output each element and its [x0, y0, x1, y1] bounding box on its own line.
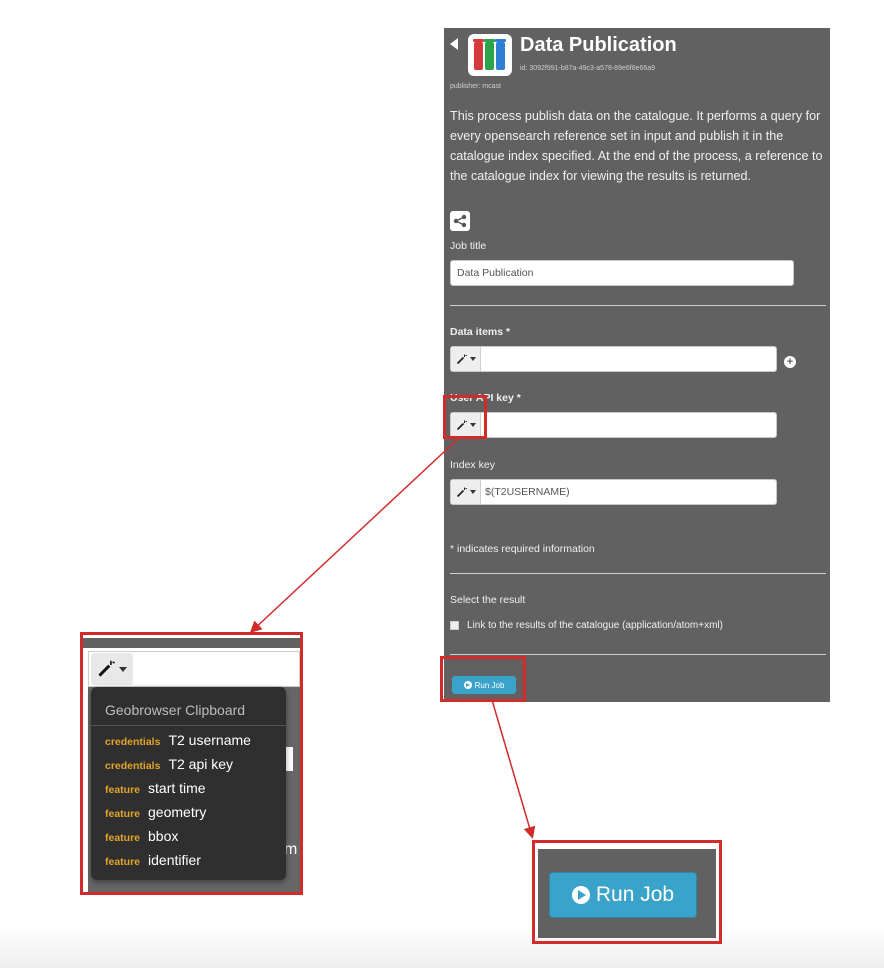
job-title-field[interactable]: [450, 260, 794, 286]
clipboard-dropdown-button[interactable]: [451, 347, 481, 371]
section-divider: [450, 573, 826, 574]
data-items-label: Data items *: [450, 326, 511, 338]
chevron-left-icon[interactable]: [450, 38, 458, 50]
job-title-label: Job title: [450, 240, 487, 252]
caret-down-icon: [469, 490, 476, 494]
select-result-label: Select the result: [450, 594, 526, 606]
highlight-wand-button: [443, 395, 487, 439]
magic-wand-icon: [456, 354, 467, 364]
plus-circle-icon[interactable]: +: [784, 356, 796, 368]
page-bottom-fade: [0, 925, 884, 968]
index-key-label: Index key: [450, 459, 495, 471]
data-items-field[interactable]: [450, 346, 777, 372]
api-key-field[interactable]: [450, 412, 777, 438]
process-description: This process publish data on the catalog…: [450, 109, 823, 183]
highlight-clipboard-zoom: [80, 632, 303, 895]
process-publisher: publisher: mcast: [450, 83, 501, 90]
arrow-to-run-zoom: [491, 699, 536, 839]
api-key-input[interactable]: [481, 413, 776, 437]
section-divider: [450, 305, 826, 306]
required-note: * indicates required information: [450, 543, 595, 555]
share-button[interactable]: [450, 211, 470, 231]
magic-wand-icon: [456, 487, 467, 497]
share-icon: [453, 214, 467, 228]
data-items-input[interactable]: [481, 347, 776, 371]
result-option-label: Link to the results of the catalogue (ap…: [467, 620, 723, 631]
clipboard-dropdown-button[interactable]: [451, 480, 481, 504]
job-title-input[interactable]: [451, 261, 793, 285]
caret-down-icon: [469, 357, 476, 361]
highlight-run-button: [440, 656, 526, 702]
index-key-input[interactable]: [481, 480, 776, 504]
recycle-bins-logo-icon: [468, 34, 512, 76]
section-divider: [450, 654, 826, 655]
process-title: Data Publication: [520, 34, 677, 56]
result-option-checkbox[interactable]: [450, 621, 459, 630]
highlight-run-zoom: [532, 840, 722, 944]
process-panel: Data Publication id: 3092f991-b87a-49c3-…: [444, 28, 830, 702]
process-id: id: 3092f991-b87a-49c3-a578-89e6f8e66a9: [520, 65, 656, 72]
arrow-to-clipboard-zoom: [249, 436, 461, 634]
result-option[interactable]: Link to the results of the catalogue (ap…: [450, 620, 723, 631]
index-key-field[interactable]: [450, 479, 777, 505]
